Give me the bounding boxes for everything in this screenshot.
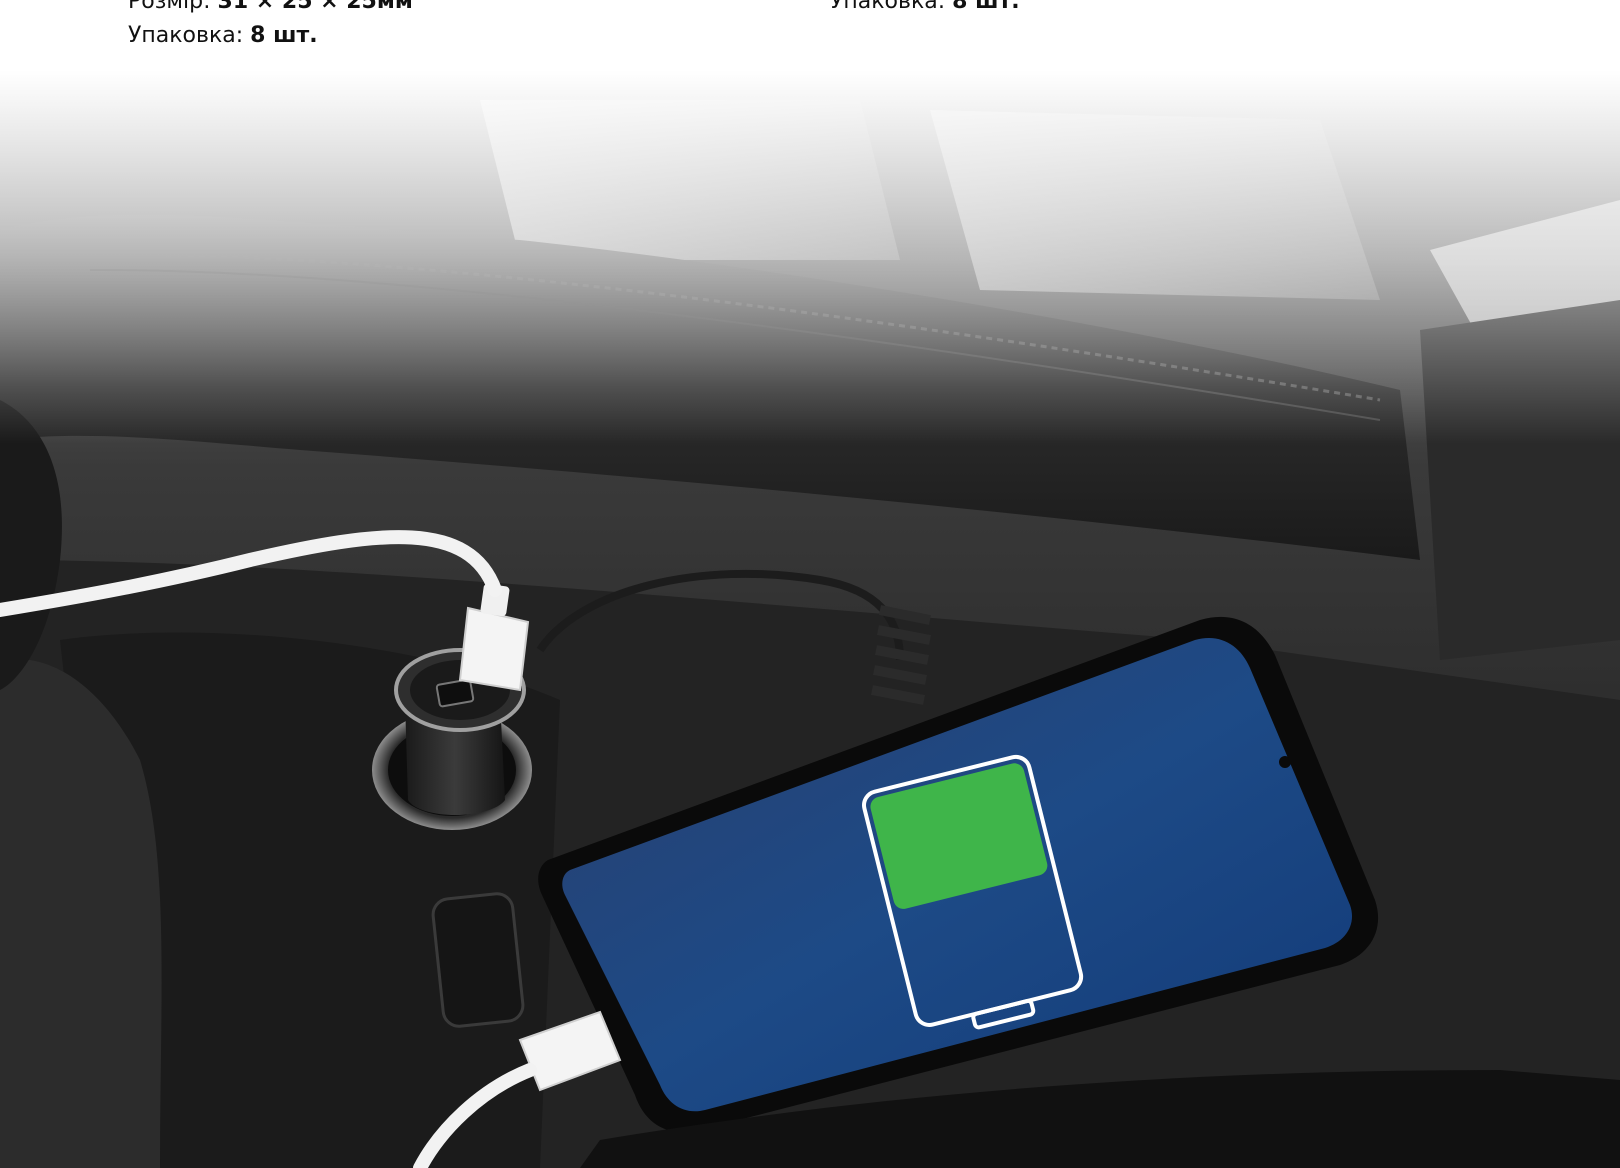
pack-spec: Упаковка: 8 шт. [128, 22, 318, 50]
page: Розмір: 31 × 25 × 25мм Упаковка: 8 шт. У… [0, 0, 1620, 1168]
pack-spec-right: Упаковка: 8 шт. [830, 0, 1020, 16]
car-charger-photo [0, 0, 1620, 1168]
pack-value-right: 8 шт. [952, 0, 1020, 14]
pack-label-right: Упаковка: [830, 0, 953, 14]
pack-label: Упаковка: [128, 23, 251, 48]
size-spec: Розмір: 31 × 25 × 25мм [128, 0, 413, 16]
pack-value: 8 шт. [250, 23, 318, 48]
size-label: Розмір: [128, 0, 218, 14]
size-value: 31 × 25 × 25мм [217, 0, 413, 14]
